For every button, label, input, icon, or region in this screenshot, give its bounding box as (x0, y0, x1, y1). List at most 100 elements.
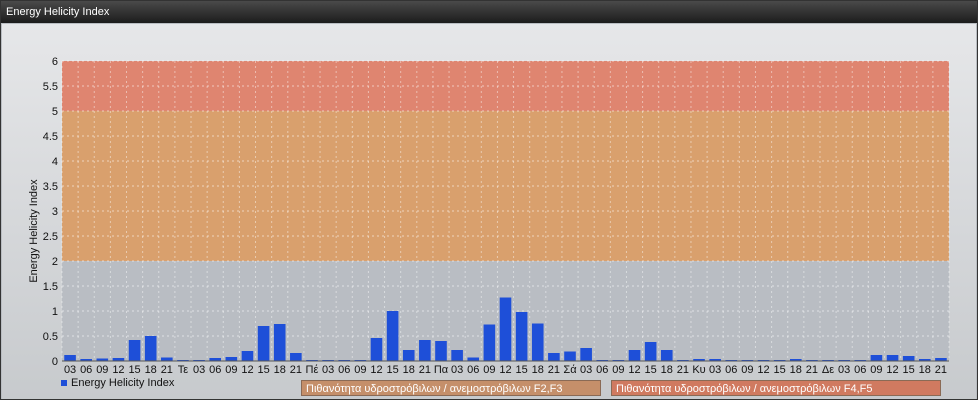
x-tick-label: 09 (483, 364, 495, 376)
bar-6 (161, 357, 173, 361)
y-tick-label: 3 (52, 206, 58, 218)
x-tick-label: 21 (290, 364, 302, 376)
x-tick-label: 09 (612, 364, 624, 376)
bar-20 (386, 311, 399, 361)
x-tick-label: 15 (774, 364, 786, 376)
x-tick-label: 09 (741, 364, 753, 376)
bar-13 (273, 324, 286, 361)
x-tick-label: 12 (370, 364, 382, 376)
x-tick-label: 12 (499, 364, 511, 376)
x-tick-label: Δε (822, 364, 834, 376)
x-tick-label: 15 (516, 364, 528, 376)
probability-label-f2-f3: Πιθανότητα υδροστρόβιλων / ανεμοστρόβιλω… (301, 380, 601, 396)
y-tick-label: 5.5 (43, 81, 58, 93)
x-tick-label: Τε (178, 364, 189, 376)
y-tick-label: 0 (52, 356, 58, 368)
y-tick-label: 6 (52, 56, 58, 68)
x-tick-label: 03 (838, 364, 850, 376)
y-tick-label: 1.5 (43, 281, 58, 293)
x-tick-label: 18 (274, 364, 286, 376)
y-tick-label: 2.5 (43, 231, 58, 243)
x-tick-label: 18 (661, 364, 673, 376)
bar-35 (628, 350, 641, 361)
y-axis-title: Energy Helicity Index (28, 179, 40, 283)
x-tick-label: 03 (64, 364, 76, 376)
x-tick-label: 03 (709, 364, 721, 376)
x-tick-label: Πα (434, 364, 449, 376)
bar-25 (467, 357, 480, 361)
y-tick-label: 3.5 (43, 181, 58, 193)
x-tick-label: 21 (548, 364, 560, 376)
bar-32 (580, 348, 592, 361)
bar-28 (515, 312, 528, 361)
bar-0 (64, 355, 76, 361)
legend: Energy Helicity Index (61, 377, 174, 389)
x-tick-label: 06 (467, 364, 479, 376)
x-tick-label: 15 (257, 364, 269, 376)
x-tick-label: 09 (870, 364, 882, 376)
y-tick-label: 4.5 (43, 131, 58, 143)
bar-50 (870, 355, 883, 361)
bar-14 (290, 353, 302, 361)
bar-36 (644, 342, 657, 361)
x-tick-label: 06 (209, 364, 221, 376)
x-tick-label: 12 (886, 364, 898, 376)
y-tick-label: 0.5 (43, 331, 58, 343)
x-tick-label: 18 (145, 364, 157, 376)
x-tick-label: Πέ (306, 364, 319, 376)
x-tick-label: 15 (128, 364, 140, 376)
bar-24 (451, 350, 463, 361)
y-tick-label: 1 (52, 306, 58, 318)
x-tick-label: 15 (903, 364, 915, 376)
bar-5 (144, 336, 157, 361)
bar-31 (564, 351, 576, 361)
x-tick-label: 21 (419, 364, 431, 376)
x-tick-label: 18 (790, 364, 802, 376)
chart-window: Energy Helicity Index 0 0.5 1 1.5 2 2.5 3 3.5 4 4… (0, 0, 978, 400)
ehi-bar-chart: 0 0.5 1 1.5 2 2.5 3 3.5 4 4.5 5 5.5 6 Energy Helicity… (28, 56, 950, 376)
x-tick-label: 03 (193, 364, 205, 376)
risk-band-2 (62, 61, 949, 111)
x-tick-label: 12 (757, 364, 769, 376)
x-tick-label: 21 (161, 364, 173, 376)
x-tick-label: 09 (96, 364, 108, 376)
y-tick-label: 2 (52, 256, 58, 268)
x-tick-label: 18 (403, 364, 415, 376)
x-tick-label: 12 (112, 364, 124, 376)
x-tick-label: Σά (563, 364, 577, 376)
bar-26 (483, 324, 496, 361)
bar-37 (660, 350, 673, 361)
bar-4 (128, 340, 141, 361)
bar-27 (499, 297, 512, 361)
x-tick-label: 03 (451, 364, 463, 376)
x-tick-label: 15 (645, 364, 657, 376)
bar-22 (419, 340, 431, 361)
x-tick-label: 09 (225, 364, 237, 376)
bar-19 (370, 338, 383, 361)
bar-11 (241, 351, 254, 361)
probability-label-f4-f5: Πιθανότητα υδροστρόβιλων / ανεμοστρόβιλω… (611, 380, 941, 396)
risk-band-1 (62, 111, 949, 261)
x-tick-label: 06 (596, 364, 608, 376)
x-tick-label: 06 (338, 364, 350, 376)
x-tick-label: 06 (725, 364, 737, 376)
legend-label: Energy Helicity Index (71, 377, 175, 389)
y-tick-label: 4 (52, 156, 58, 168)
x-tick-label: 12 (628, 364, 640, 376)
x-tick-label: 06 (80, 364, 92, 376)
x-tick-label: 03 (580, 364, 592, 376)
bar-23 (435, 341, 447, 361)
bar-51 (886, 355, 899, 361)
bar-29 (531, 323, 544, 361)
x-tick-label: 21 (935, 364, 947, 376)
x-tick-label: 18 (919, 364, 931, 376)
legend-swatch (61, 380, 67, 386)
bar-12 (257, 326, 270, 361)
x-tick-label: 12 (241, 364, 253, 376)
bar-52 (902, 356, 915, 361)
y-tick-label: 5 (52, 106, 58, 118)
x-tick-label: 21 (677, 364, 689, 376)
x-tick-label: 15 (386, 364, 398, 376)
x-tick-label: 06 (854, 364, 866, 376)
x-tick-label: 09 (354, 364, 366, 376)
